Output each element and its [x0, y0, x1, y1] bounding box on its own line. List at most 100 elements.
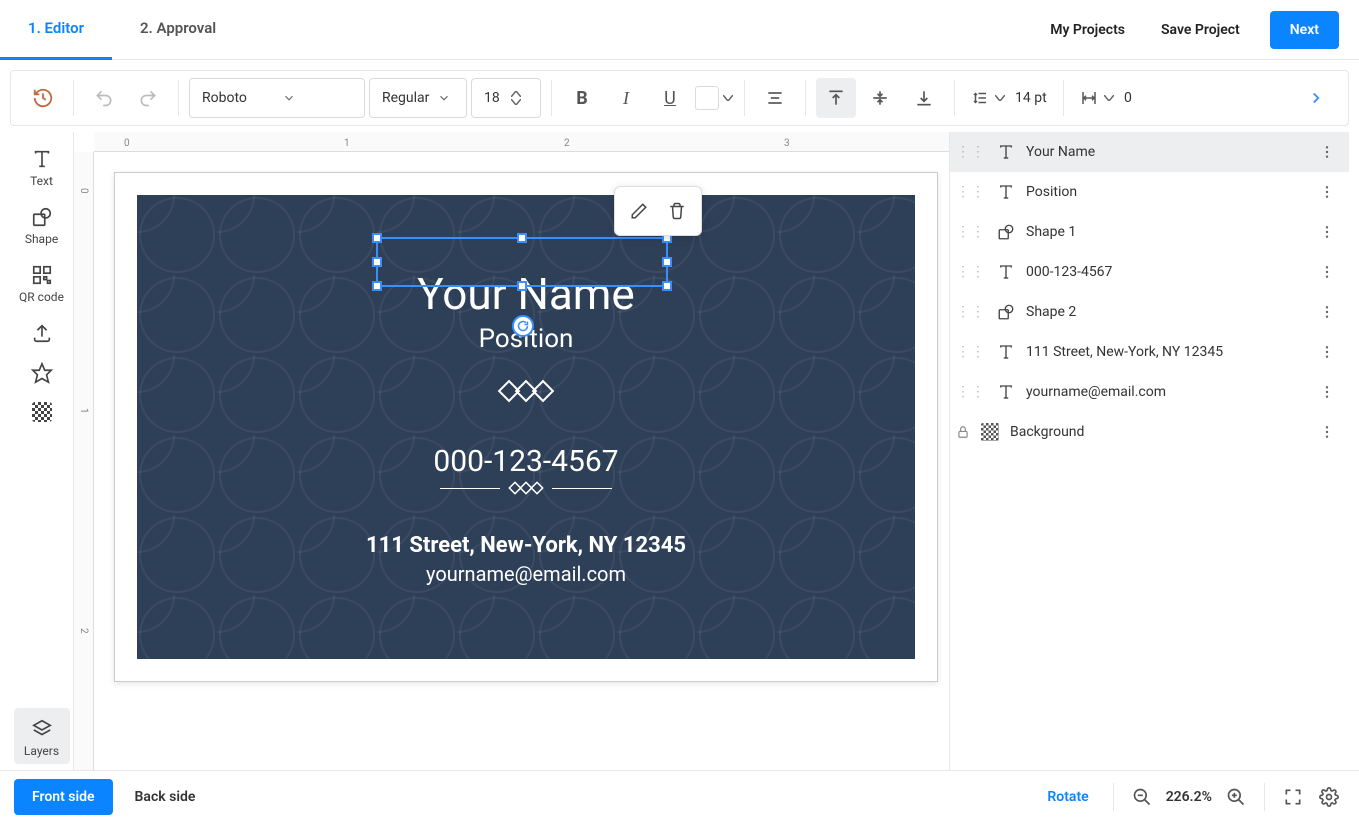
card-decor-shape-2[interactable]	[440, 481, 612, 495]
line-height-value: 14 pt	[1015, 90, 1053, 106]
drag-handle-icon[interactable]: ⋮⋮	[956, 224, 986, 240]
front-side-button[interactable]: Front side	[14, 779, 113, 815]
settings-button[interactable]	[1313, 781, 1345, 813]
layer-more-button[interactable]	[1315, 180, 1339, 204]
selection-box[interactable]	[376, 237, 668, 287]
add-text-label: Text	[30, 174, 53, 188]
layer-more-button[interactable]	[1315, 300, 1339, 324]
drag-handle-icon[interactable]: ⋮⋮	[956, 184, 986, 200]
layer-more-button[interactable]	[1315, 340, 1339, 364]
drag-handle-icon[interactable]: ⋮⋮	[956, 144, 986, 160]
layer-type-icon	[996, 143, 1016, 161]
font-size-value: 18	[484, 90, 503, 106]
layer-more-button[interactable]	[1315, 220, 1339, 244]
layers-tool[interactable]: Layers	[14, 708, 70, 764]
texture-tool[interactable]	[14, 392, 70, 428]
layer-row[interactable]: ⋮⋮ Shape 1	[950, 212, 1349, 252]
layer-more-button[interactable]	[1315, 260, 1339, 284]
canvas-area[interactable]: 0 1 2 3 0 1 2 Your Name Position	[74, 132, 949, 770]
drag-handle-icon[interactable]: ⋮⋮	[956, 304, 986, 320]
layer-more-button[interactable]	[1315, 380, 1339, 404]
card-decor-shape-1[interactable]	[496, 378, 556, 404]
layer-row[interactable]: ⋮⋮Shape 2	[950, 292, 1349, 332]
next-button[interactable]: Next	[1270, 11, 1339, 49]
layer-row[interactable]: ⋮⋮000-123-4567	[950, 252, 1349, 292]
add-qrcode-tool[interactable]: QR code	[14, 254, 70, 310]
chevron-down-icon	[723, 95, 733, 101]
drag-handle-icon[interactable]: ⋮⋮	[956, 344, 986, 360]
resize-handle-ml[interactable]	[372, 257, 382, 267]
card-phone-text[interactable]: 000-123-4567	[433, 444, 618, 479]
layer-type-icon	[996, 263, 1016, 281]
text-color-button[interactable]	[694, 78, 734, 118]
layer-row[interactable]: ⋮⋮ Your Name	[950, 132, 1349, 172]
layer-row[interactable]: ⋮⋮yourname@email.com	[950, 372, 1349, 412]
layer-type-icon	[996, 183, 1016, 201]
resize-handle-br[interactable]	[662, 281, 672, 291]
ruler-horizontal: 0 1 2 3	[94, 132, 949, 152]
layer-name: Position	[1026, 184, 1305, 200]
align-top-button[interactable]	[816, 78, 856, 118]
resize-handle-bm[interactable]	[517, 281, 527, 291]
history-icon[interactable]	[23, 78, 63, 118]
layer-name: Your Name	[1026, 144, 1305, 160]
layer-more-button[interactable]	[1315, 140, 1339, 164]
toolbar: Roboto Regular 18 B I U	[10, 70, 1349, 126]
underline-button[interactable]: U	[650, 78, 690, 118]
save-project-link[interactable]: Save Project	[1143, 22, 1258, 38]
edit-button[interactable]	[621, 193, 657, 229]
layer-row[interactable]: Background	[950, 412, 1349, 452]
card-email-text[interactable]: yourname@email.com	[426, 562, 626, 586]
chevron-down-icon	[995, 95, 1005, 101]
redo-button[interactable]	[128, 78, 168, 118]
bold-button[interactable]: B	[562, 78, 602, 118]
drag-handle-icon[interactable]: ⋮⋮	[956, 384, 986, 400]
resize-handle-bl[interactable]	[372, 281, 382, 291]
italic-button[interactable]: I	[606, 78, 646, 118]
layer-type-icon	[996, 383, 1016, 401]
align-bottom-button[interactable]	[904, 78, 944, 118]
chevron-down-icon	[437, 91, 456, 105]
resize-handle-tl[interactable]	[372, 233, 382, 243]
zoom-out-button[interactable]	[1126, 781, 1158, 813]
layer-type-icon	[996, 223, 1016, 241]
chevron-down-icon	[1104, 95, 1114, 101]
layer-more-button[interactable]	[1315, 420, 1339, 444]
font-size-select[interactable]: 18	[471, 78, 541, 118]
align-horizontal-button[interactable]	[755, 78, 795, 118]
delete-button[interactable]	[659, 193, 695, 229]
layer-type-icon	[996, 343, 1016, 361]
left-toolbar: Text Shape QR code Layers	[10, 132, 74, 770]
font-style-value: Regular	[382, 90, 429, 106]
align-middle-button[interactable]	[860, 78, 900, 118]
bottom-bar: Front side Back side Rotate 226.2%	[0, 770, 1359, 822]
upload-tool[interactable]	[14, 312, 70, 350]
tab-approval[interactable]: 2. Approval	[112, 0, 244, 60]
card-address-text[interactable]: 111 Street, New-York, NY 12345	[366, 533, 686, 558]
tracking-value: 0	[1124, 90, 1144, 106]
back-side-button[interactable]: Back side	[117, 779, 214, 815]
add-text-tool[interactable]: Text	[14, 138, 70, 194]
layer-type-icon	[980, 423, 1000, 441]
rotate-handle[interactable]	[512, 315, 534, 337]
layer-row[interactable]: ⋮⋮ Position	[950, 172, 1349, 212]
resize-handle-mr[interactable]	[662, 257, 672, 267]
rotate-button[interactable]: Rotate	[1035, 789, 1100, 805]
font-family-value: Roboto	[202, 90, 274, 106]
fullscreen-button[interactable]	[1277, 781, 1309, 813]
layer-row[interactable]: ⋮⋮111 Street, New-York, NY 12345	[950, 332, 1349, 372]
resize-handle-tm[interactable]	[517, 233, 527, 243]
toolbar-more-button[interactable]	[1296, 78, 1336, 118]
favorites-tool[interactable]	[14, 352, 70, 390]
add-shape-tool[interactable]: Shape	[14, 196, 70, 252]
drag-handle-icon[interactable]: ⋮⋮	[956, 264, 986, 280]
layer-name: Shape 1	[1026, 224, 1305, 240]
my-projects-link[interactable]: My Projects	[1032, 22, 1143, 38]
font-style-select[interactable]: Regular	[369, 78, 467, 118]
undo-button[interactable]	[84, 78, 124, 118]
tracking-button[interactable]	[1074, 78, 1120, 118]
tab-editor[interactable]: 1. Editor	[0, 0, 112, 60]
font-family-select[interactable]: Roboto	[189, 78, 365, 118]
line-height-button[interactable]	[965, 78, 1011, 118]
zoom-in-button[interactable]	[1220, 781, 1252, 813]
